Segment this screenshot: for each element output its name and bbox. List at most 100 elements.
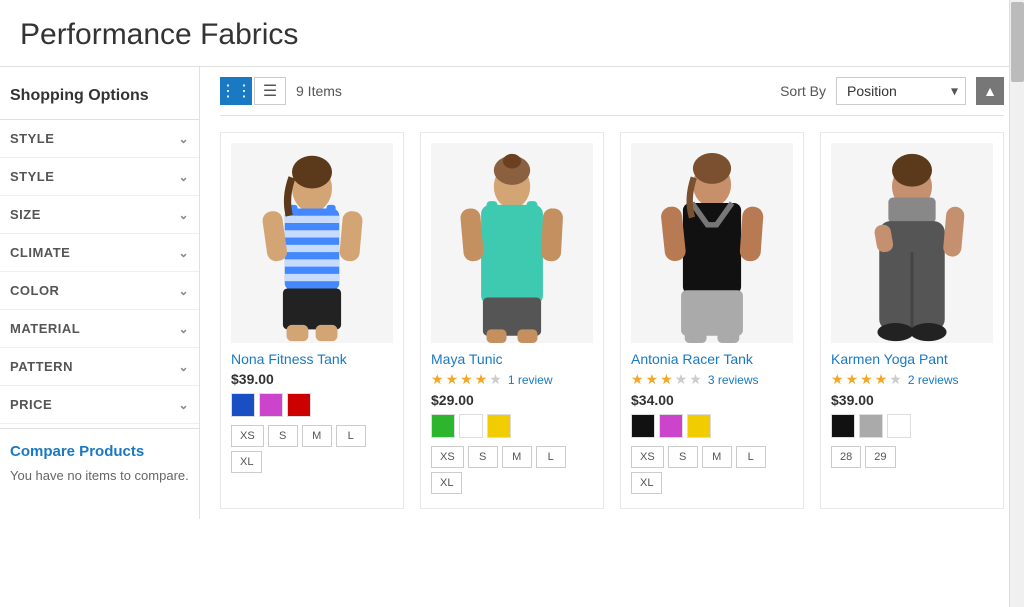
star-4: ★ [475,371,488,388]
review-count-antonia[interactable]: 3 reviews [708,373,759,387]
view-toggle: ⋮⋮ ☰ [220,77,286,105]
color-swatches-maya [431,414,593,438]
compare-section: Compare Products You have no items to co… [0,428,199,493]
size-buttons-antonia: XS S M L [631,446,793,468]
size-xs[interactable]: XS [631,446,664,468]
scrollbar[interactable] [1009,0,1024,607]
size-xl[interactable]: XL [431,472,462,494]
size-xl[interactable]: XL [631,472,662,494]
size-l[interactable]: L [736,446,766,468]
product-svg-antonia [631,143,793,343]
sort-select[interactable]: Position Name Price [836,77,966,105]
color-swatches-nona [231,393,393,417]
color-swatch-red[interactable] [287,393,311,417]
product-card-antonia: Antonia Racer Tank ★ ★ ★ ★ ★ 3 reviews $… [620,132,804,509]
sort-ascending-button[interactable]: ▲ [976,77,1004,105]
filter-color[interactable]: COLOR ⌄ [0,272,199,310]
sort-select-wrapper: Position Name Price [836,77,966,105]
chevron-down-icon: ⌄ [178,398,189,412]
list-icon: ☰ [263,81,277,101]
filter-style-1-label: STYLE [10,131,54,146]
star-1: ★ [631,371,644,388]
product-svg-maya [431,143,593,343]
color-swatch-grey[interactable] [859,414,883,438]
product-card-nona: Nona Fitness Tank $39.00 XS S M L XL [220,132,404,509]
size-l[interactable]: L [336,425,366,447]
star-2: ★ [446,371,459,388]
size-s[interactable]: S [268,425,298,447]
filter-pattern-label: PATTERN [10,359,73,374]
product-name-antonia[interactable]: Antonia Racer Tank [631,351,793,367]
size-m[interactable]: M [502,446,532,468]
color-swatch-magenta[interactable] [259,393,283,417]
chevron-down-icon: ⌄ [178,132,189,146]
stars-karmen: ★ ★ ★ ★ ★ 2 reviews [831,371,993,388]
chevron-down-icon: ⌄ [178,246,189,260]
filter-style-1[interactable]: STYLE ⌄ [0,120,199,158]
product-card-karmen: Karmen Yoga Pant ★ ★ ★ ★ ★ 2 reviews $39… [820,132,1004,509]
review-count-karmen[interactable]: 2 reviews [908,373,959,387]
color-swatch-green[interactable] [431,414,455,438]
chevron-down-icon: ⌄ [178,208,189,222]
chevron-down-icon: ⌄ [178,322,189,336]
color-swatch-white[interactable] [887,414,911,438]
star-3: ★ [460,371,473,388]
product-image-antonia [631,143,793,343]
color-swatch-yellow[interactable] [487,414,511,438]
size-28[interactable]: 28 [831,446,861,468]
color-swatch-magenta[interactable] [659,414,683,438]
review-count-maya[interactable]: 1 review [508,373,553,387]
product-price-nona: $39.00 [231,371,393,387]
page-title: Performance Fabrics [0,0,1024,67]
size-m[interactable]: M [302,425,332,447]
filter-size-label: SIZE [10,207,41,222]
color-swatch-black[interactable] [831,414,855,438]
size-xs[interactable]: XS [431,446,464,468]
color-swatches-antonia [631,414,793,438]
main-content: ⋮⋮ ☰ 9 Items Sort By Position Name Price… [200,67,1024,519]
size-xl[interactable]: XL [231,451,262,473]
compare-products-title[interactable]: Compare Products [10,443,189,460]
product-image-karmen [831,143,993,343]
filter-style-2[interactable]: STYLE ⌄ [0,158,199,196]
compare-products-text: You have no items to compare. [10,468,189,483]
product-image-nona [231,143,393,343]
star-5: ★ [489,371,502,388]
scrollbar-thumb[interactable] [1011,2,1024,82]
size-xs[interactable]: XS [231,425,264,447]
star-3: ★ [660,371,673,388]
size-buttons-antonia-xl: XL [631,472,793,494]
product-svg-nona [231,143,393,343]
size-s[interactable]: S [668,446,698,468]
size-l[interactable]: L [536,446,566,468]
color-swatch-white[interactable] [459,414,483,438]
product-name-karmen[interactable]: Karmen Yoga Pant [831,351,993,367]
list-view-button[interactable]: ☰ [254,77,286,105]
product-card-maya: Maya Tunic ★ ★ ★ ★ ★ 1 review $29.00 XS [420,132,604,509]
color-swatch-black[interactable] [631,414,655,438]
size-s[interactable]: S [468,446,498,468]
filter-color-label: COLOR [10,283,59,298]
product-price-karmen: $39.00 [831,392,993,408]
star-4: ★ [875,371,888,388]
filter-material[interactable]: MATERIAL ⌄ [0,310,199,348]
product-svg-karmen [831,143,993,343]
product-price-antonia: $34.00 [631,392,793,408]
filter-climate-label: CLIMATE [10,245,70,260]
filter-size[interactable]: SIZE ⌄ [0,196,199,234]
filter-climate[interactable]: CLIMATE ⌄ [0,234,199,272]
size-buttons-karmen: 28 29 [831,446,993,468]
grid-view-button[interactable]: ⋮⋮ [220,77,252,105]
color-swatch-yellow[interactable] [687,414,711,438]
size-29[interactable]: 29 [865,446,895,468]
color-swatch-blue[interactable] [231,393,255,417]
filter-price[interactable]: PRICE ⌄ [0,386,199,424]
filter-pattern[interactable]: PATTERN ⌄ [0,348,199,386]
product-name-maya[interactable]: Maya Tunic [431,351,593,367]
size-m[interactable]: M [702,446,732,468]
product-image-maya [431,143,593,343]
size-buttons-nona-xl: XL [231,451,393,473]
filter-material-label: MATERIAL [10,321,80,336]
size-buttons-nona: XS S M L [231,425,393,447]
product-name-nona[interactable]: Nona Fitness Tank [231,351,393,367]
